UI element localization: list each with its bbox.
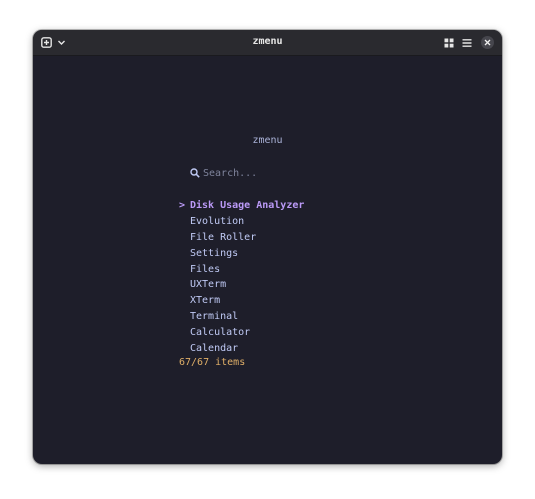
main-menu-button[interactable] [459, 35, 474, 50]
search-input[interactable] [203, 167, 343, 179]
list-item-label: File Roller [190, 231, 257, 243]
list-item-selected[interactable]: > Disk Usage Analyzer [179, 198, 304, 214]
list-item[interactable]: Calculator [179, 325, 304, 341]
terminal-content: zmenu > Disk Usage Analyzer Evolution File … [33, 56, 502, 464]
list-item-label: Terminal [190, 311, 239, 323]
item-count: 67/67 items [179, 357, 246, 368]
search-bar[interactable] [190, 166, 343, 180]
list-item-label: UXTerm [190, 279, 227, 291]
terminal-window: zmenu zmenu Search... > Disk Usage Analy… [33, 30, 502, 464]
list-item[interactable]: UXTerm [179, 277, 304, 293]
list-item[interactable]: Evolution [179, 214, 304, 230]
hamburger-menu-icon [462, 38, 471, 47]
list-item-label: Files [190, 263, 221, 275]
list-item-label: Calendar [190, 343, 239, 355]
window-title: zmenu [252, 36, 283, 47]
close-button[interactable] [481, 36, 494, 49]
item-list: > Disk Usage Analyzer Evolution File Roller… [179, 198, 304, 357]
list-item[interactable]: Settings [179, 246, 304, 262]
list-item[interactable]: Terminal [179, 309, 304, 325]
list-item[interactable]: File Roller [179, 230, 304, 246]
close-icon [484, 39, 491, 46]
app-header: zmenu [252, 135, 283, 146]
list-item[interactable]: Calendar [179, 341, 304, 357]
overview-button[interactable] [441, 35, 456, 50]
selection-marker: > [179, 200, 186, 211]
list-item[interactable]: Files [179, 262, 304, 278]
list-item-label: Settings [190, 247, 239, 259]
list-item[interactable]: XTerm [179, 293, 304, 309]
list-item-label: XTerm [190, 295, 221, 307]
titlebar: zmenu [33, 30, 502, 56]
list-item-label: Calculator [190, 327, 251, 339]
search-icon [190, 168, 200, 178]
list-item-label: Disk Usage Analyzer [190, 200, 305, 211]
list-item-label: Evolution [190, 215, 245, 227]
grid-icon [444, 38, 453, 47]
